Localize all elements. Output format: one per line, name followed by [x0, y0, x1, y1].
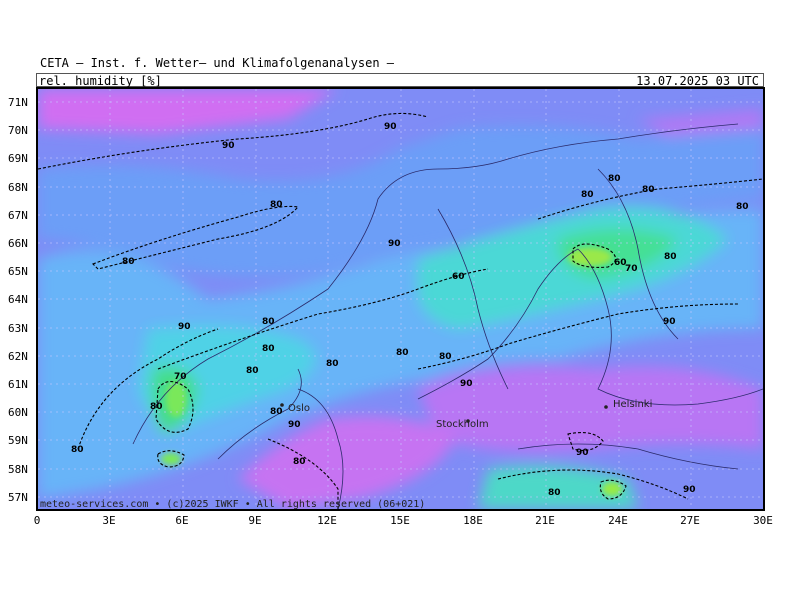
city-stockholm: Stockholm — [436, 419, 489, 430]
lat-label: 70N — [8, 124, 28, 137]
contour-label: 70 — [625, 264, 638, 274]
lon-label: 21E — [535, 514, 555, 527]
parameter-label: rel. humidity [%] — [39, 74, 162, 88]
lon-label: 18E — [463, 514, 483, 527]
contour-label: 80 — [581, 190, 594, 200]
lat-label: 66N — [8, 237, 28, 250]
contour-label: 90 — [388, 239, 401, 249]
lat-label: 69N — [8, 152, 28, 165]
lon-label: 9E — [248, 514, 262, 527]
contour-label: 90 — [683, 485, 696, 495]
contour-label: 80 — [548, 488, 561, 498]
contour-label: 80 — [262, 317, 275, 327]
contour-label: 60 — [452, 272, 465, 282]
lon-label: 6E — [175, 514, 189, 527]
lat-label: 57N — [8, 491, 28, 504]
lat-label: 63N — [8, 322, 28, 335]
lon-label: 15E — [390, 514, 410, 527]
contour-label: 80 — [246, 366, 259, 376]
contour-label: 90 — [576, 448, 589, 458]
lat-label: 60N — [8, 406, 28, 419]
humidity-map[interactable]: 90 90 80 80 90 80 60 80 80 60 70 80 90 8… — [36, 87, 765, 511]
contour-label: 80 — [122, 257, 135, 267]
contour-label: 80 — [270, 200, 283, 210]
city-marker — [604, 405, 608, 409]
contour-label: 90 — [384, 122, 397, 132]
lat-label: 65N — [8, 265, 28, 278]
contour-label: 80 — [262, 344, 275, 354]
lat-label: 58N — [8, 463, 28, 476]
lat-label: 62N — [8, 350, 28, 363]
lat-label: 59N — [8, 434, 28, 447]
contour-label: 90 — [663, 317, 676, 327]
title-bar: rel. humidity [%] 13.07.2025 03 UTC — [36, 73, 764, 88]
city-oslo: Oslo — [288, 403, 310, 414]
rh-core — [602, 482, 622, 496]
contour-label: 80 — [736, 202, 749, 212]
lon-label: 3E — [102, 514, 116, 527]
contour-label: 80 — [150, 402, 163, 412]
contour-label: 90 — [288, 420, 301, 430]
lon-label: 27E — [680, 514, 700, 527]
lat-label: 68N — [8, 181, 28, 194]
contour-label: 90 — [178, 322, 191, 332]
valid-time: 13.07.2025 03 UTC — [636, 74, 759, 88]
contour-label: 80 — [642, 185, 655, 195]
lon-label: 12E — [317, 514, 337, 527]
provider-title: CETA — Inst. f. Wetter— und Klimafolgena… — [40, 56, 395, 70]
contour-label: 80 — [293, 457, 306, 467]
lat-label: 64N — [8, 293, 28, 306]
city-helsinki: Helsinki — [613, 399, 652, 410]
contour-label: 80 — [664, 252, 677, 262]
rh-core — [161, 453, 181, 465]
map-canvas: 90 90 80 80 90 80 60 80 80 60 70 80 90 8… — [38, 89, 763, 509]
contour-label: 80 — [439, 352, 452, 362]
contour-label: 80 — [608, 174, 621, 184]
lon-label: 30E — [753, 514, 773, 527]
contour-label: 80 — [396, 348, 409, 358]
contour-label: 80 — [71, 445, 84, 455]
contour-label: 80 — [326, 359, 339, 369]
lon-label: 0 — [33, 514, 41, 527]
contour-label: 90 — [222, 141, 235, 151]
contour-label: 80 — [270, 407, 283, 417]
lon-label: 24E — [608, 514, 628, 527]
lat-label: 61N — [8, 378, 28, 391]
contour-label: 70 — [174, 372, 187, 382]
copyright-credit: meteo-services.com • (c)2025 IWKF • All … — [40, 499, 426, 510]
city-marker — [280, 403, 284, 407]
contour-label: 90 — [460, 379, 473, 389]
lat-label: 67N — [8, 209, 28, 222]
lat-label: 71N — [8, 96, 28, 109]
